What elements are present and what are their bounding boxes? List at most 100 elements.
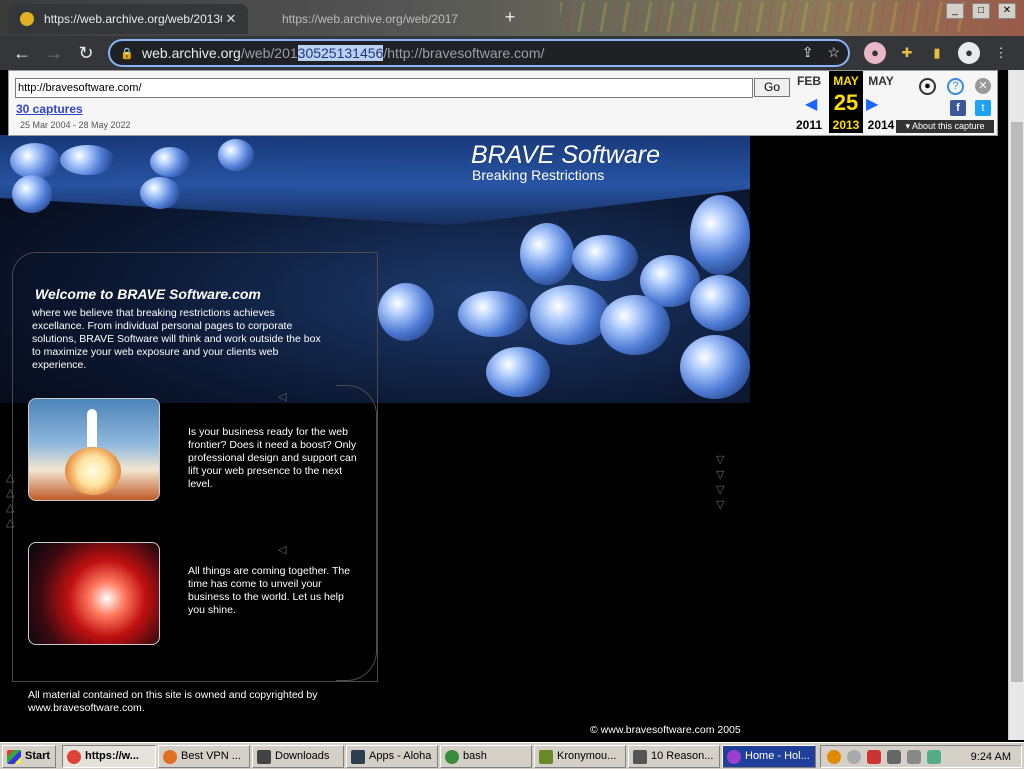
folder-icon — [257, 749, 271, 764]
prev-capture-arrow-icon[interactable]: ◀ — [805, 94, 817, 114]
user-account-icon[interactable]: ● — [919, 78, 936, 95]
profile-avatar-icon[interactable]: ● — [958, 42, 980, 64]
browser-icon — [727, 749, 741, 764]
tab-title: https://web.archive.org/web/2013052 — [44, 12, 222, 26]
side-panel-icon[interactable]: ▮ — [926, 42, 948, 64]
menu-kebab-icon[interactable]: ⋮ — [990, 42, 1012, 64]
current-capture-date: MAY 25 2013 — [829, 71, 863, 133]
shuttle-shape — [87, 409, 97, 447]
blob-graphic — [458, 291, 528, 337]
about-capture-button[interactable]: ▾ About this capture — [896, 120, 994, 133]
chrome-icon — [67, 749, 81, 764]
next-year-label[interactable]: 2014 — [864, 118, 898, 132]
triangle-decoration-icon: ◁ — [278, 544, 287, 556]
blob-graphic — [10, 143, 60, 179]
extension-flag-icon[interactable]: ● — [864, 42, 886, 64]
next-capture-arrow-icon[interactable]: ▶ — [866, 94, 878, 114]
back-icon[interactable]: ← — [10, 41, 34, 65]
archived-page: BRAVE Software Breaking Restrictions △ △ △… — [0, 135, 1008, 740]
blob-graphic — [572, 235, 638, 281]
browser-toolbar: ← → ↻ 🔒 web.archive.org/web/201305251314… — [0, 36, 1024, 70]
address-bar[interactable]: 🔒 web.archive.org/web/20130525131456/htt… — [108, 39, 850, 67]
nebula-image — [28, 542, 160, 645]
network-tray-icon[interactable] — [887, 749, 901, 764]
tab-title: https://web.archive.org/web/2017 — [282, 12, 459, 26]
copyright-notice: All material contained on this site is o… — [28, 689, 318, 714]
volume-tray-icon[interactable] — [907, 749, 921, 764]
reload-icon[interactable]: ↻ — [74, 41, 98, 65]
blob-graphic — [140, 177, 180, 209]
blob-graphic — [218, 139, 254, 171]
captures-link[interactable]: 30 captures — [16, 102, 83, 116]
help-icon[interactable]: ? — [947, 78, 964, 95]
browser-tab-strip: https://web.archive.org/web/2013052 ✕ ht… — [0, 0, 1024, 36]
taskbar-item[interactable]: Apps - Aloha — [346, 745, 438, 768]
archive-favicon-icon — [20, 12, 34, 26]
taskbar-item[interactable]: bash — [440, 745, 532, 768]
taskbar-item[interactable]: Best VPN ... — [158, 745, 250, 768]
status-tray-icon[interactable] — [847, 749, 861, 764]
facebook-icon[interactable]: f — [950, 100, 966, 116]
site-title: BRAVE Software — [471, 141, 660, 169]
scrollbar-thumb[interactable] — [1011, 122, 1023, 682]
tab-active[interactable]: https://web.archive.org/web/2013052 ✕ — [8, 4, 248, 34]
share-icon[interactable]: ⇪ — [802, 44, 814, 61]
theme-decoration — [560, 2, 980, 32]
shuttle-launch-image — [28, 398, 160, 501]
taskbar-item[interactable]: https://w... — [62, 745, 156, 768]
tab-inactive[interactable]: https://web.archive.org/web/2017 — [252, 4, 492, 34]
prev-month-label[interactable]: FEB — [792, 74, 826, 88]
start-button[interactable]: Start — [2, 745, 56, 768]
close-window-icon[interactable]: ✕ — [998, 3, 1016, 19]
taskbar-item[interactable]: Downloads — [252, 745, 344, 768]
taskbar-item[interactable]: 10 Reason... — [628, 745, 720, 768]
address-url[interactable]: web.archive.org/web/20130525131456/http:… — [142, 45, 544, 61]
page-scrollbar[interactable] — [1008, 70, 1024, 740]
panel2-text: All things are coming together. The time… — [188, 565, 351, 616]
taskbar-item[interactable]: Home - Hol... — [722, 745, 816, 768]
lock-icon: 🔒 — [120, 48, 134, 60]
twitter-icon[interactable]: t — [975, 100, 991, 116]
close-tab-icon[interactable]: ✕ — [222, 11, 240, 27]
security-tray-icon[interactable] — [867, 749, 881, 764]
blob-graphic — [486, 347, 550, 397]
go-button[interactable]: Go — [754, 78, 790, 97]
site-subtitle: Breaking Restrictions — [472, 167, 605, 183]
captures-range: 25 Mar 2004 - 28 May 2022 — [20, 120, 131, 130]
extensions-puzzle-icon[interactable]: ✚ — [896, 42, 918, 64]
new-tab-icon[interactable]: + — [500, 7, 520, 27]
update-tray-icon[interactable] — [927, 749, 941, 764]
triangle-decoration-icon: ◁ — [278, 391, 287, 403]
forward-icon[interactable]: → — [42, 41, 66, 65]
windows-taskbar: Start https://w... Best VPN ... Download… — [0, 742, 1024, 769]
taskbar-clock[interactable]: 9:24 AM — [971, 751, 1011, 763]
bookmark-star-icon[interactable]: ☆ — [827, 44, 840, 61]
chrome-icon — [445, 749, 459, 764]
triangle-decoration-icon: ▽ ▽ ▽ ▽ — [716, 454, 725, 511]
maximize-icon[interactable]: □ — [972, 3, 990, 19]
windows-logo-icon — [7, 749, 21, 764]
welcome-text: where we believe that breaking restricti… — [32, 307, 321, 371]
app-icon — [539, 749, 553, 764]
welcome-heading: Welcome to BRAVE Software.com — [35, 286, 261, 302]
blob-graphic — [690, 195, 750, 275]
blob-graphic — [520, 223, 574, 285]
next-month-label[interactable]: MAY — [864, 74, 898, 88]
document-icon — [633, 749, 647, 764]
prev-year-label[interactable]: 2011 — [792, 118, 826, 132]
blob-graphic — [12, 175, 52, 213]
wayback-url-input[interactable] — [15, 78, 753, 98]
minimize-icon[interactable]: _ — [946, 3, 964, 19]
current-day: 25 — [833, 90, 859, 115]
current-year: 2013 — [832, 118, 860, 132]
aloha-icon — [351, 749, 365, 764]
window-controls: _ □ ✕ — [946, 3, 1016, 19]
system-tray: 9:24 AM — [820, 745, 1022, 768]
close-wayback-icon[interactable]: ✕ — [975, 78, 991, 94]
blob-graphic — [60, 145, 115, 175]
blob-graphic — [690, 275, 750, 331]
firefox-icon — [163, 749, 177, 764]
copyright-footer: © www.bravesoftware.com 2005 — [590, 724, 741, 736]
search-tray-icon[interactable] — [827, 749, 841, 764]
taskbar-item[interactable]: Kronymou... — [534, 745, 626, 768]
